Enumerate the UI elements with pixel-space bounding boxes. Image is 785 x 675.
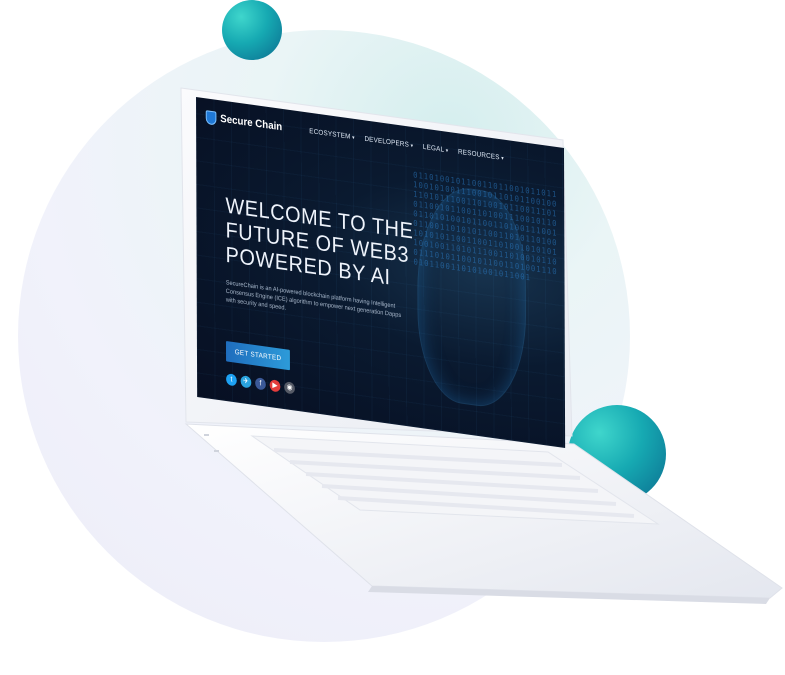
brand-name: Secure Chain xyxy=(220,112,283,134)
twitter-icon[interactable]: t xyxy=(226,373,237,387)
nav-item-developers[interactable]: DEVELOPERS xyxy=(364,135,413,149)
hero-title: WELCOME TO THE FUTURE OF WEB3 POWERED BY… xyxy=(225,193,438,296)
port xyxy=(214,450,219,452)
youtube-icon[interactable]: ▶ xyxy=(269,379,281,393)
binary-code-rain: 0110100101100110110010110111001010011100… xyxy=(413,169,558,283)
nav-item-ecosystem[interactable]: ECOSYSTEM xyxy=(309,127,354,141)
shield-icon xyxy=(205,109,217,125)
nav-item-resources[interactable]: RESOURCES xyxy=(458,148,504,162)
facebook-icon[interactable]: f xyxy=(255,377,266,391)
get-started-button[interactable]: GET STARTED xyxy=(225,341,291,371)
site-logo[interactable]: Secure Chain xyxy=(205,109,283,135)
port xyxy=(204,434,209,436)
nav-item-legal[interactable]: LEGAL xyxy=(423,143,448,154)
telegram-icon[interactable]: ✈ xyxy=(240,375,252,389)
github-icon[interactable]: ◉ xyxy=(284,381,295,395)
social-links: t ✈ f ▶ ◉ xyxy=(226,373,295,395)
laptop-screen: 0110100101100110110010110111001010011100… xyxy=(196,97,566,448)
laptop-mockup: 0110100101100110110010110111001010011100… xyxy=(0,0,785,675)
